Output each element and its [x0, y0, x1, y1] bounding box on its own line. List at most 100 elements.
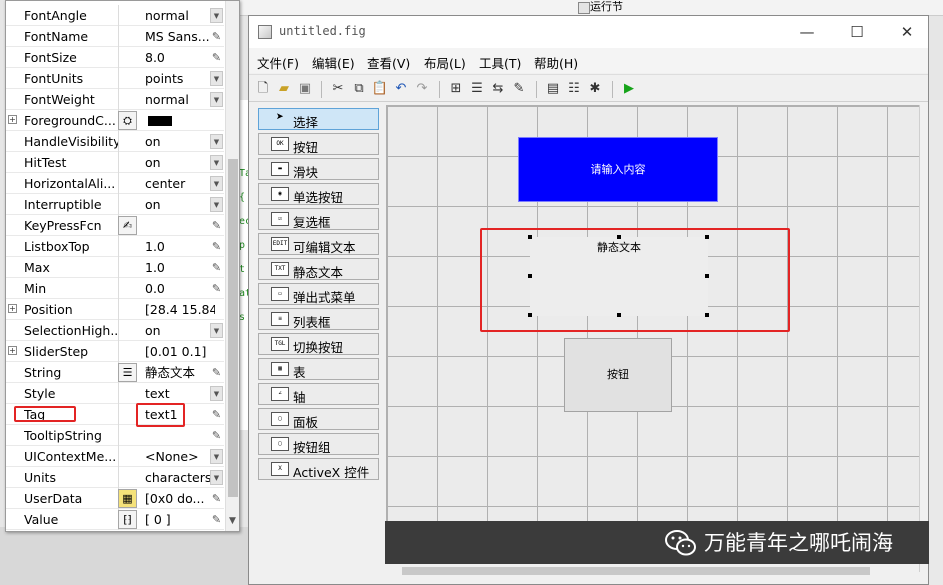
palette-button[interactable]: ▢ 面板	[258, 408, 379, 430]
menu-tools[interactable]: 工具(T)	[479, 53, 521, 72]
dropdown-icon[interactable]: ▼	[210, 155, 223, 170]
property-value[interactable]: text	[145, 386, 215, 402]
canvas-vertical-scrollbar[interactable]	[919, 105, 928, 572]
edit-text-control[interactable]: 请输入内容	[518, 137, 718, 202]
copy-icon[interactable]: ⧉	[350, 80, 368, 98]
color-picker-icon[interactable]: ⛭	[118, 111, 137, 130]
property-row[interactable]: SelectionHigh... on ▼	[6, 320, 224, 341]
menu-help[interactable]: 帮助(H)	[534, 53, 578, 72]
palette-button[interactable]: ∠ 轴	[258, 383, 379, 405]
pencil-icon[interactable]: ✎	[210, 281, 223, 296]
dropdown-icon[interactable]: ▼	[210, 323, 223, 338]
property-value[interactable]: normal	[145, 92, 215, 108]
palette-button[interactable]: ▭ 弹出式菜单	[258, 283, 379, 305]
object-browser-icon[interactable]: ✱	[586, 80, 604, 98]
property-value[interactable]: on	[145, 323, 215, 339]
menu-file[interactable]: 文件(F)	[257, 53, 299, 72]
property-row[interactable]: Units characters ▼	[6, 467, 224, 488]
property-value[interactable]: 8.0	[145, 50, 215, 66]
dropdown-icon[interactable]: ▼	[210, 449, 223, 464]
property-value[interactable]: characters	[145, 470, 215, 486]
expand-icon[interactable]: +	[8, 115, 17, 124]
property-row[interactable]: TooltipString ✎	[6, 425, 224, 446]
cut-icon[interactable]: ✂	[329, 80, 347, 98]
dropdown-icon[interactable]: ▼	[210, 8, 223, 23]
property-row[interactable]: FontAngle normal ▼	[6, 5, 224, 26]
pencil-icon[interactable]: ✎	[210, 407, 223, 422]
property-value[interactable]: on	[145, 197, 215, 213]
palette-button[interactable]: EDIT 可编辑文本	[258, 233, 379, 255]
property-value[interactable]: [0x0 do...	[145, 491, 215, 507]
dropdown-icon[interactable]: ▼	[210, 386, 223, 401]
property-value[interactable]: points	[145, 71, 215, 87]
guide-title-bar[interactable]: untitled.fig — ☐ ✕	[249, 16, 928, 48]
property-value[interactable]	[145, 218, 215, 234]
pencil-icon[interactable]: ✎	[210, 365, 223, 380]
undo-icon[interactable]: ↶	[392, 80, 410, 98]
property-row[interactable]: Max 1.0 ✎	[6, 257, 224, 278]
canvas-horizontal-scrollbar[interactable]	[386, 563, 919, 577]
palette-button[interactable]: ▦ 表	[258, 358, 379, 380]
property-value[interactable]: normal	[145, 8, 215, 24]
pencil-icon[interactable]: ✎	[210, 260, 223, 275]
property-value[interactable]: [0.01 0.1]	[145, 344, 215, 360]
save-icon[interactable]: ▣	[296, 80, 314, 98]
property-value[interactable]: 静态文本	[145, 365, 215, 381]
dropdown-icon[interactable]: ▼	[210, 470, 223, 485]
run-figure-icon[interactable]: ▶	[620, 80, 638, 98]
pencil-icon[interactable]: ✎	[210, 29, 223, 44]
horizontal-scroll-thumb[interactable]	[402, 567, 870, 575]
property-inspector-icon[interactable]: ☷	[565, 80, 583, 98]
expand-icon[interactable]: +	[8, 304, 17, 313]
palette-button[interactable]: ▢ 按钮组	[258, 433, 379, 455]
palette-button[interactable]: ☑ 复选框	[258, 208, 379, 230]
property-value[interactable]	[145, 428, 215, 444]
property-row[interactable]: UIContextMe... <None> ▼	[6, 446, 224, 467]
property-row[interactable]: Style text ▼	[6, 383, 224, 404]
property-row[interactable]: + Position [28.4 15.84...	[6, 299, 224, 320]
palette-button[interactable]: ▬ 滑块	[258, 158, 379, 180]
property-value[interactable]: [28.4 15.84...	[145, 302, 215, 318]
scroll-down-icon[interactable]: ▼	[225, 514, 239, 529]
menu-view[interactable]: 查看(V)	[367, 53, 410, 72]
property-value[interactable]: 1.0	[145, 260, 215, 276]
redo-icon[interactable]: ↷	[413, 80, 431, 98]
dropdown-icon[interactable]: ▼	[210, 71, 223, 86]
palette-button[interactable]: TGL 切换按钮	[258, 333, 379, 355]
inspector-scroll-thumb[interactable]	[228, 159, 238, 497]
pencil-icon[interactable]: ✎	[210, 218, 223, 233]
paste-icon[interactable]: 📋	[371, 80, 389, 98]
property-value[interactable]: 1.0	[145, 239, 215, 255]
new-file-icon[interactable]: 🗋	[254, 80, 272, 98]
dropdown-icon[interactable]: ▼	[210, 92, 223, 107]
menu-layout[interactable]: 布局(L)	[424, 53, 466, 72]
property-row[interactable]: HorizontalAli... center ▼	[6, 173, 224, 194]
close-button[interactable]: ✕	[887, 20, 927, 44]
property-value[interactable]: <None>	[145, 449, 215, 465]
pencil-icon[interactable]: ✎	[210, 239, 223, 254]
palette-button[interactable]: X ActiveX 控件	[258, 458, 379, 480]
property-row[interactable]: ListboxTop 1.0 ✎	[6, 236, 224, 257]
tab-order-icon[interactable]: ⇆	[489, 80, 507, 98]
pencil-icon[interactable]: ✎	[210, 428, 223, 443]
dropdown-icon[interactable]: ▼	[210, 176, 223, 191]
toolbar-editor-icon[interactable]: ✎	[510, 80, 528, 98]
minimize-button[interactable]: —	[787, 20, 827, 44]
property-row[interactable]: + ForegroundC... ⛭	[6, 110, 224, 131]
dropdown-icon[interactable]: ▼	[210, 134, 223, 149]
value-editor-icon[interactable]: ⁅⁆	[118, 510, 137, 529]
callback-editor-icon[interactable]: ✍	[118, 216, 137, 235]
property-row[interactable]: KeyPressFcn ✍ ✎	[6, 215, 224, 236]
property-row[interactable]: String ☰ 静态文本 ✎	[6, 362, 224, 383]
maximize-button[interactable]: ☐	[837, 20, 877, 44]
push-button-control[interactable]: 按钮	[564, 338, 672, 412]
open-folder-icon[interactable]: ▰	[275, 80, 293, 98]
align-icon[interactable]: ⊞	[447, 80, 465, 98]
palette-button[interactable]: ◉ 单选按钮	[258, 183, 379, 205]
property-value[interactable]: MS Sans...	[145, 29, 215, 45]
pencil-icon[interactable]: ✎	[210, 512, 223, 527]
dropdown-icon[interactable]: ▼	[210, 197, 223, 212]
palette-button[interactable]: ≡ 列表框	[258, 308, 379, 330]
property-row[interactable]: Value ⁅⁆ [ 0 ] ✎	[6, 509, 224, 530]
property-row[interactable]: UserData ▦ [0x0 do... ✎	[6, 488, 224, 509]
